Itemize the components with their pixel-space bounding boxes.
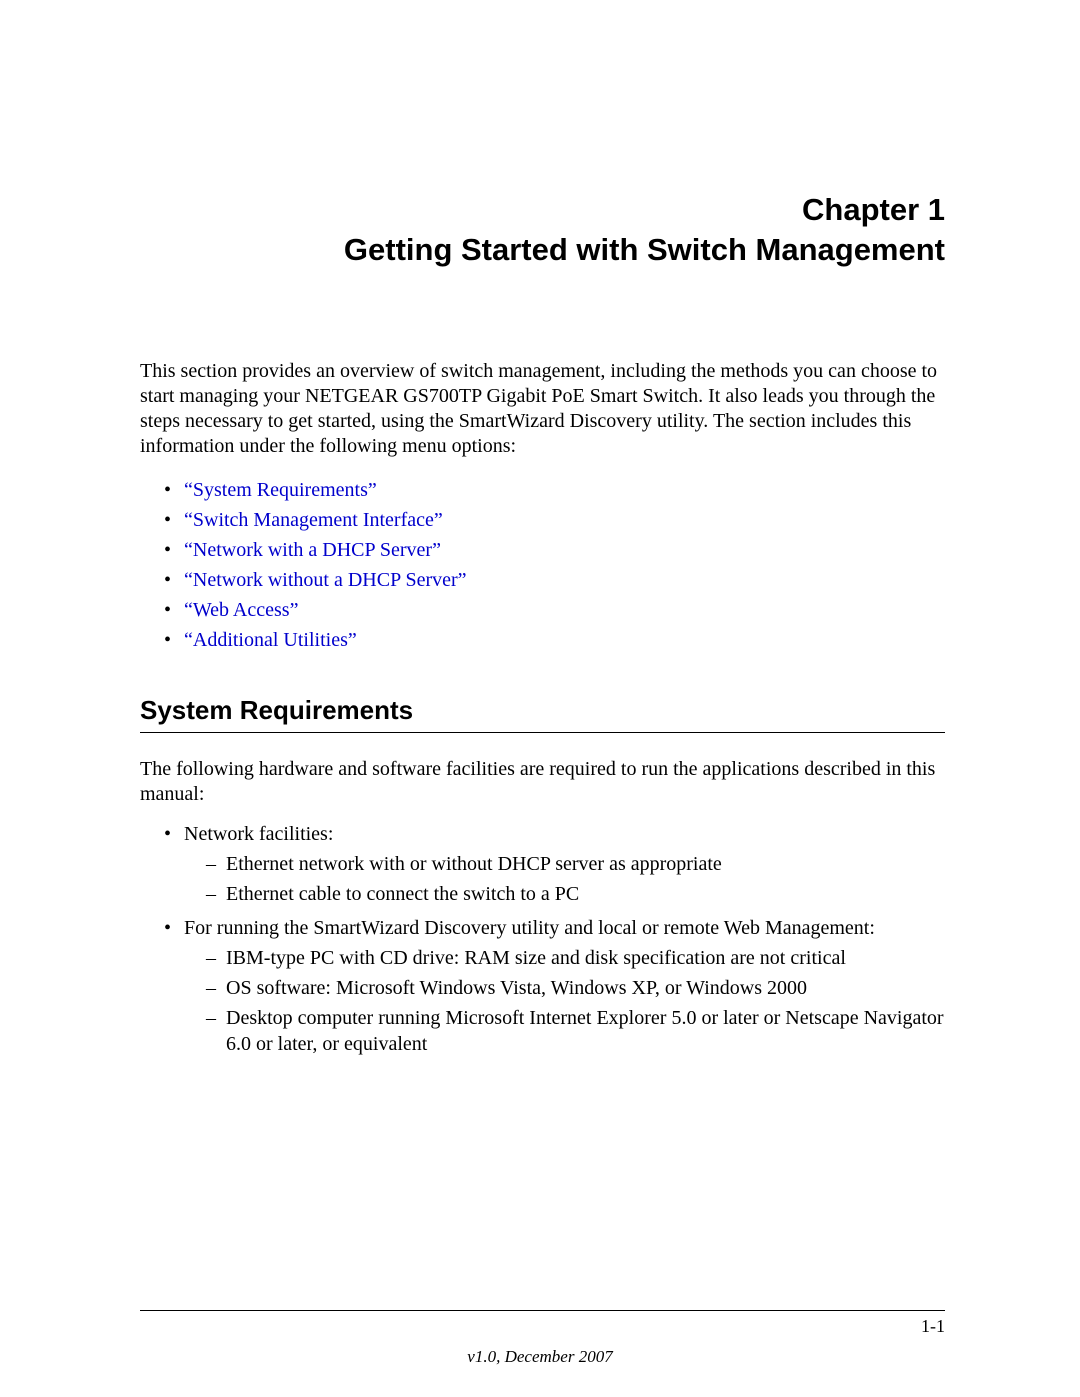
list-item: Network facilities: Ethernet network wit…	[164, 821, 945, 907]
toc-link-switch-management-interface[interactable]: “Switch Management Interface”	[184, 509, 443, 531]
chapter-number: Chapter 1	[140, 190, 945, 230]
requirements-list: Network facilities: Ethernet network wit…	[140, 821, 945, 1057]
section-intro: The following hardware and software faci…	[140, 757, 945, 807]
sublist: Ethernet network with or without DHCP se…	[184, 851, 945, 907]
sublist-item: Ethernet cable to connect the switch to …	[206, 881, 945, 907]
chapter-heading: Chapter 1 Getting Started with Switch Ma…	[140, 190, 945, 271]
toc-item: “Additional Utilities”	[164, 625, 945, 655]
sublist-item: IBM-type PC with CD drive: RAM size and …	[206, 945, 945, 971]
toc-link-network-with-dhcp[interactable]: “Network with a DHCP Server”	[184, 539, 441, 561]
document-page: Chapter 1 Getting Started with Switch Ma…	[0, 0, 1080, 1057]
sublist-item: Desktop computer running Microsoft Inter…	[206, 1005, 945, 1057]
toc-link-web-access[interactable]: “Web Access”	[184, 599, 298, 621]
sublist-item: OS software: Microsoft Windows Vista, Wi…	[206, 975, 945, 1001]
toc-link-additional-utilities[interactable]: “Additional Utilities”	[184, 629, 357, 651]
intro-paragraph: This section provides an overview of swi…	[140, 359, 945, 459]
page-number: 1-1	[921, 1316, 945, 1337]
sublist-item: Ethernet network with or without DHCP se…	[206, 851, 945, 877]
toc-item: “Web Access”	[164, 595, 945, 625]
toc-link-system-requirements[interactable]: “System Requirements”	[184, 479, 377, 501]
list-item-label: For running the SmartWizard Discovery ut…	[184, 917, 875, 939]
toc-item: “Network without a DHCP Server”	[164, 565, 945, 595]
toc-item: “Switch Management Interface”	[164, 505, 945, 535]
chapter-title: Getting Started with Switch Management	[140, 230, 945, 270]
list-item-label: Network facilities:	[184, 823, 333, 845]
section-heading-system-requirements: System Requirements	[140, 695, 945, 733]
footer-version: v1.0, December 2007	[0, 1347, 1080, 1367]
sublist: IBM-type PC with CD drive: RAM size and …	[184, 945, 945, 1057]
toc-item: “Network with a DHCP Server”	[164, 535, 945, 565]
list-item: For running the SmartWizard Discovery ut…	[164, 915, 945, 1057]
toc-list: “System Requirements” “Switch Management…	[140, 475, 945, 655]
toc-link-network-without-dhcp[interactable]: “Network without a DHCP Server”	[184, 569, 467, 591]
footer-rule	[140, 1310, 945, 1311]
toc-item: “System Requirements”	[164, 475, 945, 505]
